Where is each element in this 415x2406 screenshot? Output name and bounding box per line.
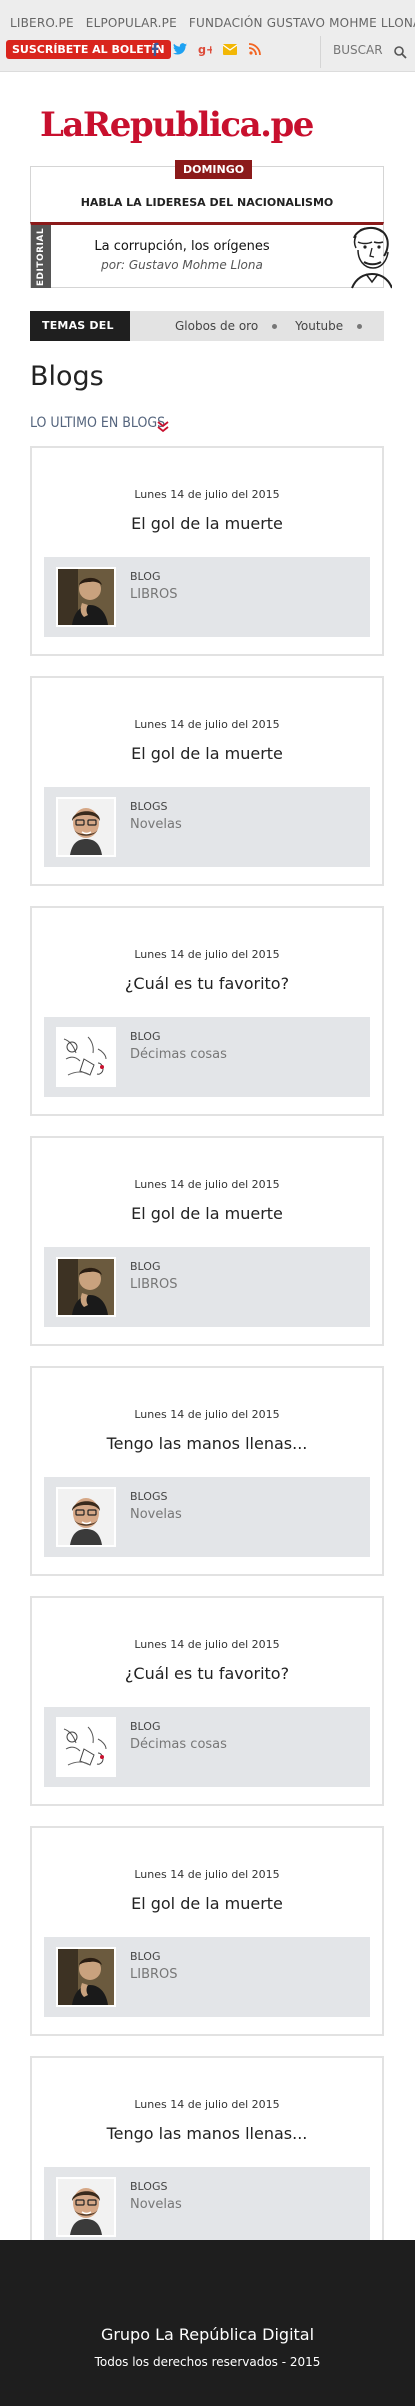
sketch-illustration <box>56 1717 116 1777</box>
card-date: Lunes 14 de julio del 2015 <box>134 718 280 731</box>
blog-card[interactable]: Lunes 14 de julio del 2015 Tengo las man… <box>30 1366 384 1576</box>
search-icon[interactable] <box>394 44 407 63</box>
card-blog-label: BLOGS <box>130 800 168 813</box>
smiling-man-portrait <box>56 2177 116 2237</box>
search-input[interactable] <box>333 43 388 57</box>
topics-list: Globos de oro Youtube <box>175 319 380 333</box>
card-blog-name[interactable]: LIBROS <box>130 1277 178 1292</box>
rss-icon[interactable] <box>248 41 262 57</box>
blog-card[interactable]: Lunes 14 de julio del 2015 El gol de la … <box>30 676 384 886</box>
editorial-title[interactable]: La corrupción, los orígenes <box>51 239 313 254</box>
card-blog-label: BLOG <box>130 1260 161 1273</box>
card-title[interactable]: El gol de la muerte <box>32 744 382 763</box>
thinking-man-portrait <box>56 1947 116 2007</box>
section-heading: LO ULTIMO EN BLOGS <box>30 415 166 431</box>
social-links: g+ <box>148 41 262 57</box>
blog-card[interactable]: Lunes 14 de julio del 2015 El gol de la … <box>30 1136 384 1346</box>
card-title[interactable]: El gol de la muerte <box>32 514 382 533</box>
twitter-icon[interactable] <box>173 41 187 57</box>
site-footer: Grupo La República Digital Todos los der… <box>0 2240 415 2406</box>
card-author-panel[interactable]: BLOG Décimas cosas <box>44 1707 370 1787</box>
card-date: Lunes 14 de julio del 2015 <box>134 2098 280 2111</box>
editorial-tab-label: EDITORIAL <box>36 227 46 287</box>
topic-link-youtube[interactable]: Youtube <box>295 319 343 333</box>
subscribe-button[interactable]: SUSCRÍBETE AL BOLETÍN <box>6 40 171 59</box>
card-title[interactable]: El gol de la muerte <box>32 1894 382 1913</box>
topic-link-globos[interactable]: Globos de oro <box>175 319 258 333</box>
card-blog-label: BLOGS <box>130 1490 168 1503</box>
blog-card[interactable]: Lunes 14 de julio del 2015 El gol de la … <box>30 446 384 656</box>
card-date: Lunes 14 de julio del 2015 <box>134 1638 280 1651</box>
card-author-panel[interactable]: BLOGS Novelas <box>44 2167 370 2247</box>
mail-icon[interactable] <box>223 41 237 57</box>
card-blog-name[interactable]: Novelas <box>130 2197 182 2212</box>
blog-card[interactable]: Lunes 14 de julio del 2015 ¿Cuál es tu f… <box>30 1596 384 1806</box>
card-author-panel[interactable]: BLOGS Novelas <box>44 1477 370 1557</box>
footer-title: Grupo La República Digital <box>100 2325 315 2344</box>
double-chevron-down-icon[interactable] <box>157 418 169 437</box>
card-blog-name[interactable]: Décimas cosas <box>130 1047 227 1062</box>
partner-link-elpopular[interactable]: ELPOPULAR.PE <box>86 16 177 30</box>
editorial-box[interactable]: EDITORIAL La corrupción, los orígenes po… <box>30 222 384 288</box>
day-badge: DOMINGO <box>175 160 253 179</box>
site-logo[interactable]: LaRepublica.pe <box>40 105 314 145</box>
partner-link-libero[interactable]: LIBERO.PE <box>10 16 74 30</box>
search-box <box>320 36 415 68</box>
footer-copyright: Todos los derechos reservados - 2015 <box>94 2355 321 2369</box>
partner-link-fundacion[interactable]: FUNDACIÓN GUSTAVO MOHME LLONA <box>189 16 415 30</box>
separator-dot <box>357 323 363 329</box>
card-blog-name[interactable]: LIBROS <box>130 1967 178 1982</box>
card-author-panel[interactable]: BLOG LIBROS <box>44 1247 370 1327</box>
card-blog-label: BLOG <box>130 1720 161 1733</box>
editorial-portrait <box>348 220 393 294</box>
separator-dot <box>272 323 278 329</box>
card-author-panel[interactable]: BLOG Décimas cosas <box>44 1017 370 1097</box>
card-author-panel[interactable]: BLOG LIBROS <box>44 557 370 637</box>
smiling-man-portrait <box>56 1487 116 1547</box>
card-title[interactable]: ¿Cuál es tu favorito? <box>32 1664 382 1683</box>
card-blog-name[interactable]: Décimas cosas <box>130 1737 227 1752</box>
card-date: Lunes 14 de julio del 2015 <box>134 1178 280 1191</box>
topics-bar: TEMAS DEL DÍA Globos de oro Youtube <box>30 311 384 362</box>
card-date: Lunes 14 de julio del 2015 <box>134 488 280 501</box>
card-author-panel[interactable]: BLOGS Novelas <box>44 787 370 867</box>
sketch-illustration <box>56 1027 116 1087</box>
card-blog-name[interactable]: LIBROS <box>130 587 178 602</box>
editorial-tab: EDITORIAL <box>31 225 51 288</box>
card-title[interactable]: Tengo las manos llenas... <box>32 2124 382 2143</box>
card-author-panel[interactable]: BLOG LIBROS <box>44 1937 370 2017</box>
partner-links: LIBERO.PE ELPOPULAR.PE FUNDACIÓN GUSTAVO… <box>10 16 415 30</box>
thinking-man-portrait <box>56 1257 116 1317</box>
card-blog-name[interactable]: Novelas <box>130 817 182 832</box>
blog-card[interactable]: Lunes 14 de julio del 2015 ¿Cuál es tu f… <box>30 906 384 1116</box>
card-blog-name[interactable]: Novelas <box>130 1507 182 1522</box>
card-date: Lunes 14 de julio del 2015 <box>134 1408 280 1421</box>
top-navigation: LIBERO.PE ELPOPULAR.PE FUNDACIÓN GUSTAVO… <box>0 0 415 72</box>
card-title[interactable]: Tengo las manos llenas... <box>32 1434 382 1453</box>
card-date: Lunes 14 de julio del 2015 <box>134 1868 280 1881</box>
page-title: Blogs <box>30 361 104 392</box>
smiling-man-portrait <box>56 797 116 857</box>
google-plus-icon[interactable]: g+ <box>198 41 212 57</box>
card-title[interactable]: ¿Cuál es tu favorito? <box>32 974 382 993</box>
card-blog-label: BLOG <box>130 1030 161 1043</box>
thinking-man-portrait <box>56 567 116 627</box>
card-title[interactable]: El gol de la muerte <box>32 1204 382 1223</box>
card-blog-label: BLOG <box>130 570 161 583</box>
svg-text:g+: g+ <box>198 44 212 56</box>
headline[interactable]: HABLA LA LIDERESA DEL NACIONALISMO <box>30 196 384 209</box>
topics-label: TEMAS DEL DÍA <box>30 311 130 362</box>
blog-card[interactable]: Lunes 14 de julio del 2015 El gol de la … <box>30 1826 384 2036</box>
card-blog-label: BLOGS <box>130 2180 168 2193</box>
blog-card[interactable]: Lunes 14 de julio del 2015 Tengo las man… <box>30 2056 384 2266</box>
editorial-author: por: Gustavo Mohme Llona <box>101 258 263 272</box>
card-date: Lunes 14 de julio del 2015 <box>134 948 280 961</box>
facebook-icon[interactable] <box>148 41 162 57</box>
card-blog-label: BLOG <box>130 1950 161 1963</box>
